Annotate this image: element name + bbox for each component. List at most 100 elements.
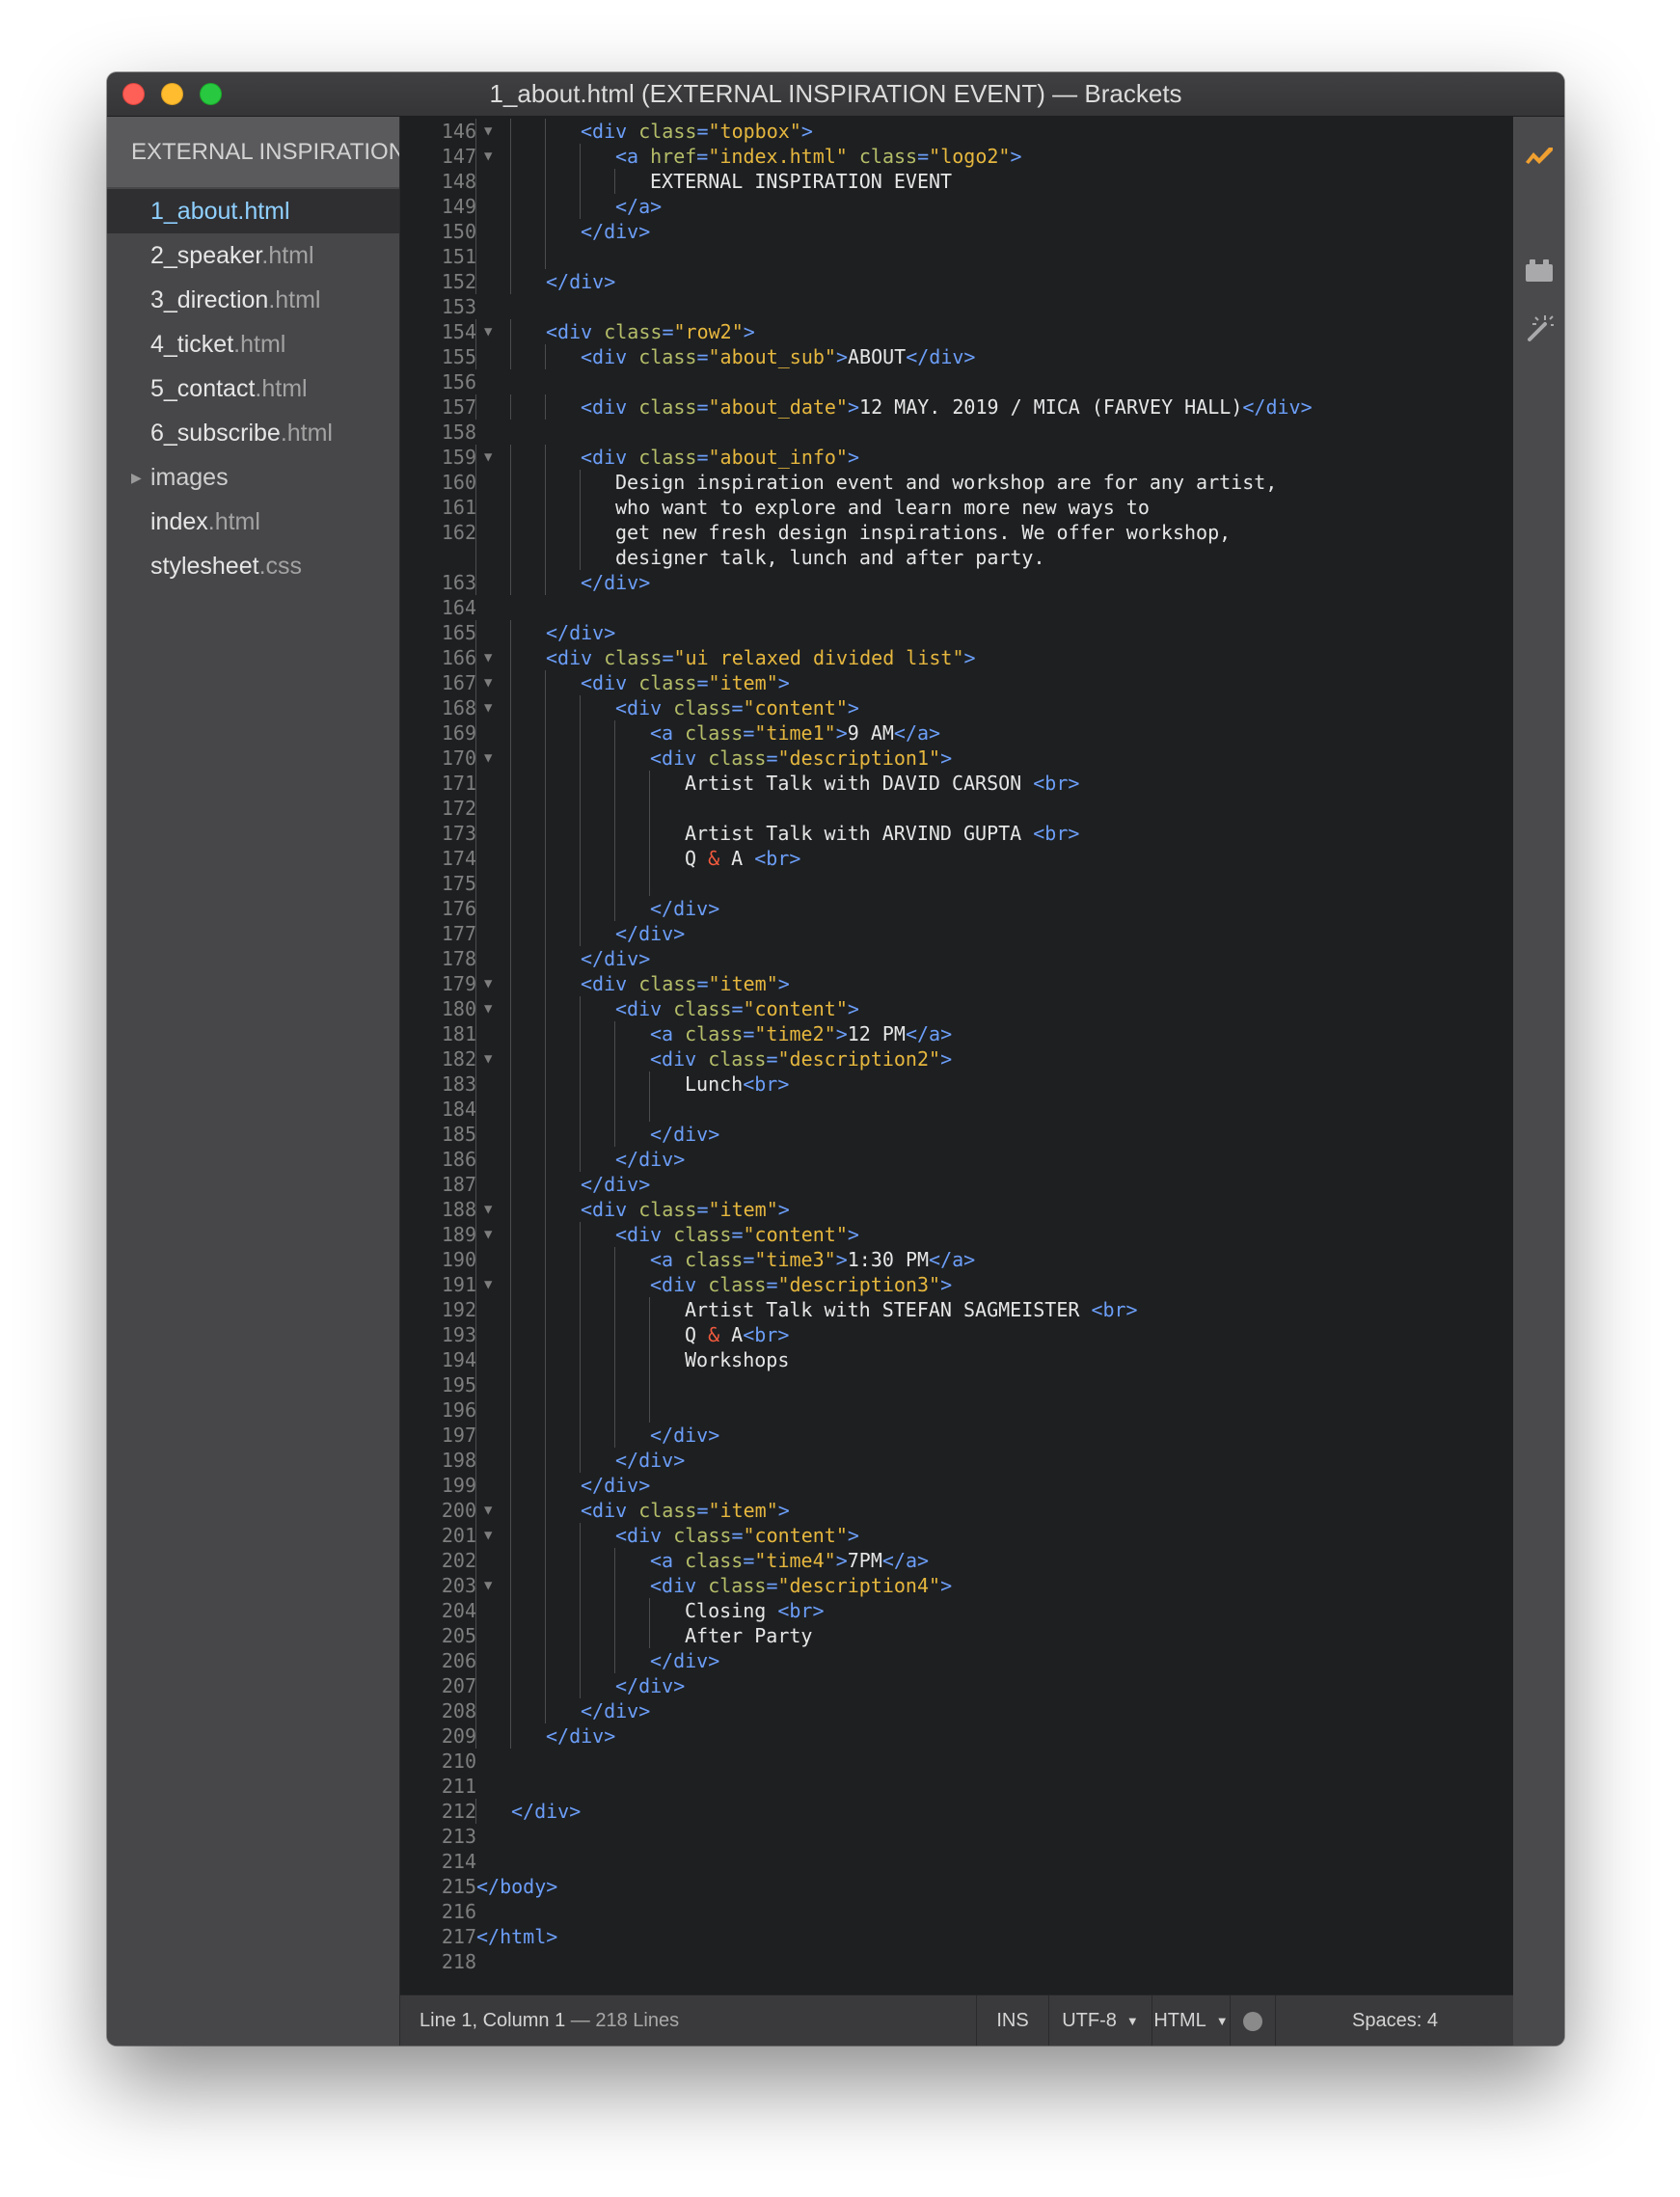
project-name[interactable]: EXTERNAL INSPIRATION EVENT [107,117,399,187]
folder-item-images[interactable]: ▶ images [107,455,399,500]
code-line: 187 </div> [400,1172,1513,1197]
disclosure-triangle-icon[interactable]: ▶ [131,455,142,500]
indent-guide [510,1322,511,1347]
live-preview-icon[interactable] [1524,141,1555,172]
indent-guide [510,144,511,169]
code-editor[interactable]: 146 ▼ <div class="topbox"> 147 ▼ <a href="ind… [400,117,1513,1995]
file-item-4-ticket[interactable]: 4_ticket.html [107,322,399,366]
language-select[interactable]: HTML ▼ [1152,1995,1230,2046]
code-text: </div> [615,1147,685,1172]
fold-toggle-icon[interactable]: ▼ [484,144,492,169]
code-text: </div> [615,1448,685,1473]
code-line: 147 ▼ <a href="index.html" class="logo2"> [400,144,1513,169]
indent-guide [649,1347,650,1372]
indent-guide [545,495,546,520]
fold-toggle-icon[interactable]: ▼ [484,746,492,771]
indent-guide [475,1673,476,1698]
extension-manager-icon[interactable] [1524,255,1555,285]
file-item-stylesheet[interactable]: stylesheet.css [107,544,399,588]
fold-toggle-icon[interactable]: ▼ [484,119,492,144]
indent-guide [580,1272,581,1297]
code-token: class [604,320,663,343]
file-item-5-contact[interactable]: 5_contact.html [107,366,399,411]
file-item-2-speaker[interactable]: 2_speaker.html [107,233,399,278]
indent-guide [475,219,476,244]
insert-mode-toggle[interactable]: INS [976,1995,1048,2046]
file-item-3-direction[interactable]: 3_direction.html [107,278,399,322]
fold-toggle-icon[interactable]: ▼ [484,695,492,720]
code-token: > [847,997,859,1020]
code-token: </div> [615,1674,686,1697]
line-number: 165 [441,621,476,644]
indent-guide [475,495,476,520]
fold-toggle-icon[interactable]: ▼ [484,1523,492,1548]
code-token: 7PM [847,1549,882,1572]
indent-guide [580,470,581,495]
fold-toggle-icon[interactable]: ▼ [484,1498,492,1523]
fold-toggle-icon[interactable]: ▼ [484,445,492,470]
fold-toggle-icon[interactable]: ▼ [484,1046,492,1071]
linting-magic-wand-icon[interactable] [1524,312,1555,343]
file-item-index[interactable]: index.html [107,500,399,544]
indent-guide [475,620,476,645]
fold-toggle-icon[interactable]: ▼ [484,1573,492,1598]
code-line: 171 Artist Talk with DAVID CARSON <br> [400,771,1513,796]
indent-guide [475,771,476,796]
indent-guide [614,1272,615,1297]
fold-toggle-icon[interactable]: ▼ [484,1222,492,1247]
code-line: 176 </div> [400,896,1513,921]
brackets-window: 1_about.html (EXTERNAL INSPIRATION EVENT… [107,72,1564,2046]
code-text: <div class="item"> [581,971,790,996]
fold-toggle-icon[interactable]: ▼ [484,971,492,996]
fold-toggle-icon[interactable]: ▼ [484,670,492,695]
encoding-select[interactable]: UTF-8 ▼ [1048,1995,1152,2046]
fold-toggle-icon[interactable]: ▼ [484,1272,492,1297]
code-token: = [696,972,709,995]
code-line: 183 Lunch<br> [400,1071,1513,1097]
indent-guide [475,1222,476,1247]
line-number: 185 [441,1123,476,1146]
code-line: 174 Q & A <br> [400,846,1513,871]
code-text: </div> [546,620,615,645]
code-token: > [940,746,953,770]
line-number: 159 [441,446,476,469]
code-text: <div class="item"> [581,670,790,695]
code-token: class [638,446,697,469]
fold-toggle-icon[interactable]: ▼ [484,319,492,344]
code-token: = [696,446,709,469]
code-text: who want to explore and learn more new w… [615,495,1150,520]
line-number: 183 [441,1072,476,1096]
file-item-6-subscribe[interactable]: 6_subscribe.html [107,411,399,455]
code-token: > [835,345,848,368]
indent-guide [580,1523,581,1548]
line-number: 176 [441,897,476,920]
cursor-position[interactable]: Line 1, Column 1 — 218 Lines [420,1995,679,2046]
code-text: </div> [615,921,685,946]
code-token: class [685,1549,744,1572]
indent-guide [510,746,511,771]
code-text: </div> [581,1473,650,1498]
code-text: <div class="item"> [581,1197,790,1222]
code-token: "content" [743,1524,848,1547]
code-token: <br> [743,1323,790,1346]
indent-guide [649,1623,650,1648]
code-token: </div> [581,220,651,243]
file-basename: 4_ticket [150,331,234,358]
code-text: </body> [476,1874,557,1899]
code-line: 218 [400,1949,1513,1974]
code-text: </div> [650,1423,719,1448]
fold-toggle-icon[interactable]: ▼ [484,996,492,1021]
code-token: <div [650,1273,709,1296]
indent-settings[interactable]: Spaces: 4 [1275,1995,1514,2046]
indent-guide [545,1347,546,1372]
window-title: 1_about.html (EXTERNAL INSPIRATION EVENT… [489,79,1182,108]
fold-toggle-icon[interactable]: ▼ [484,645,492,670]
file-item-1-about[interactable]: 1_about.html [107,189,399,233]
indent-guide [545,1598,546,1623]
fold-toggle-icon[interactable]: ▼ [484,1197,492,1222]
code-line: 157 <div class="about_date">12 MAY. 2019 … [400,394,1513,420]
indent-guide [545,1648,546,1673]
linting-status[interactable] [1230,1995,1275,2046]
code-text: Artist Talk with STEFAN SAGMEISTER <br> [685,1297,1138,1322]
code-token: "about_date" [708,395,848,419]
